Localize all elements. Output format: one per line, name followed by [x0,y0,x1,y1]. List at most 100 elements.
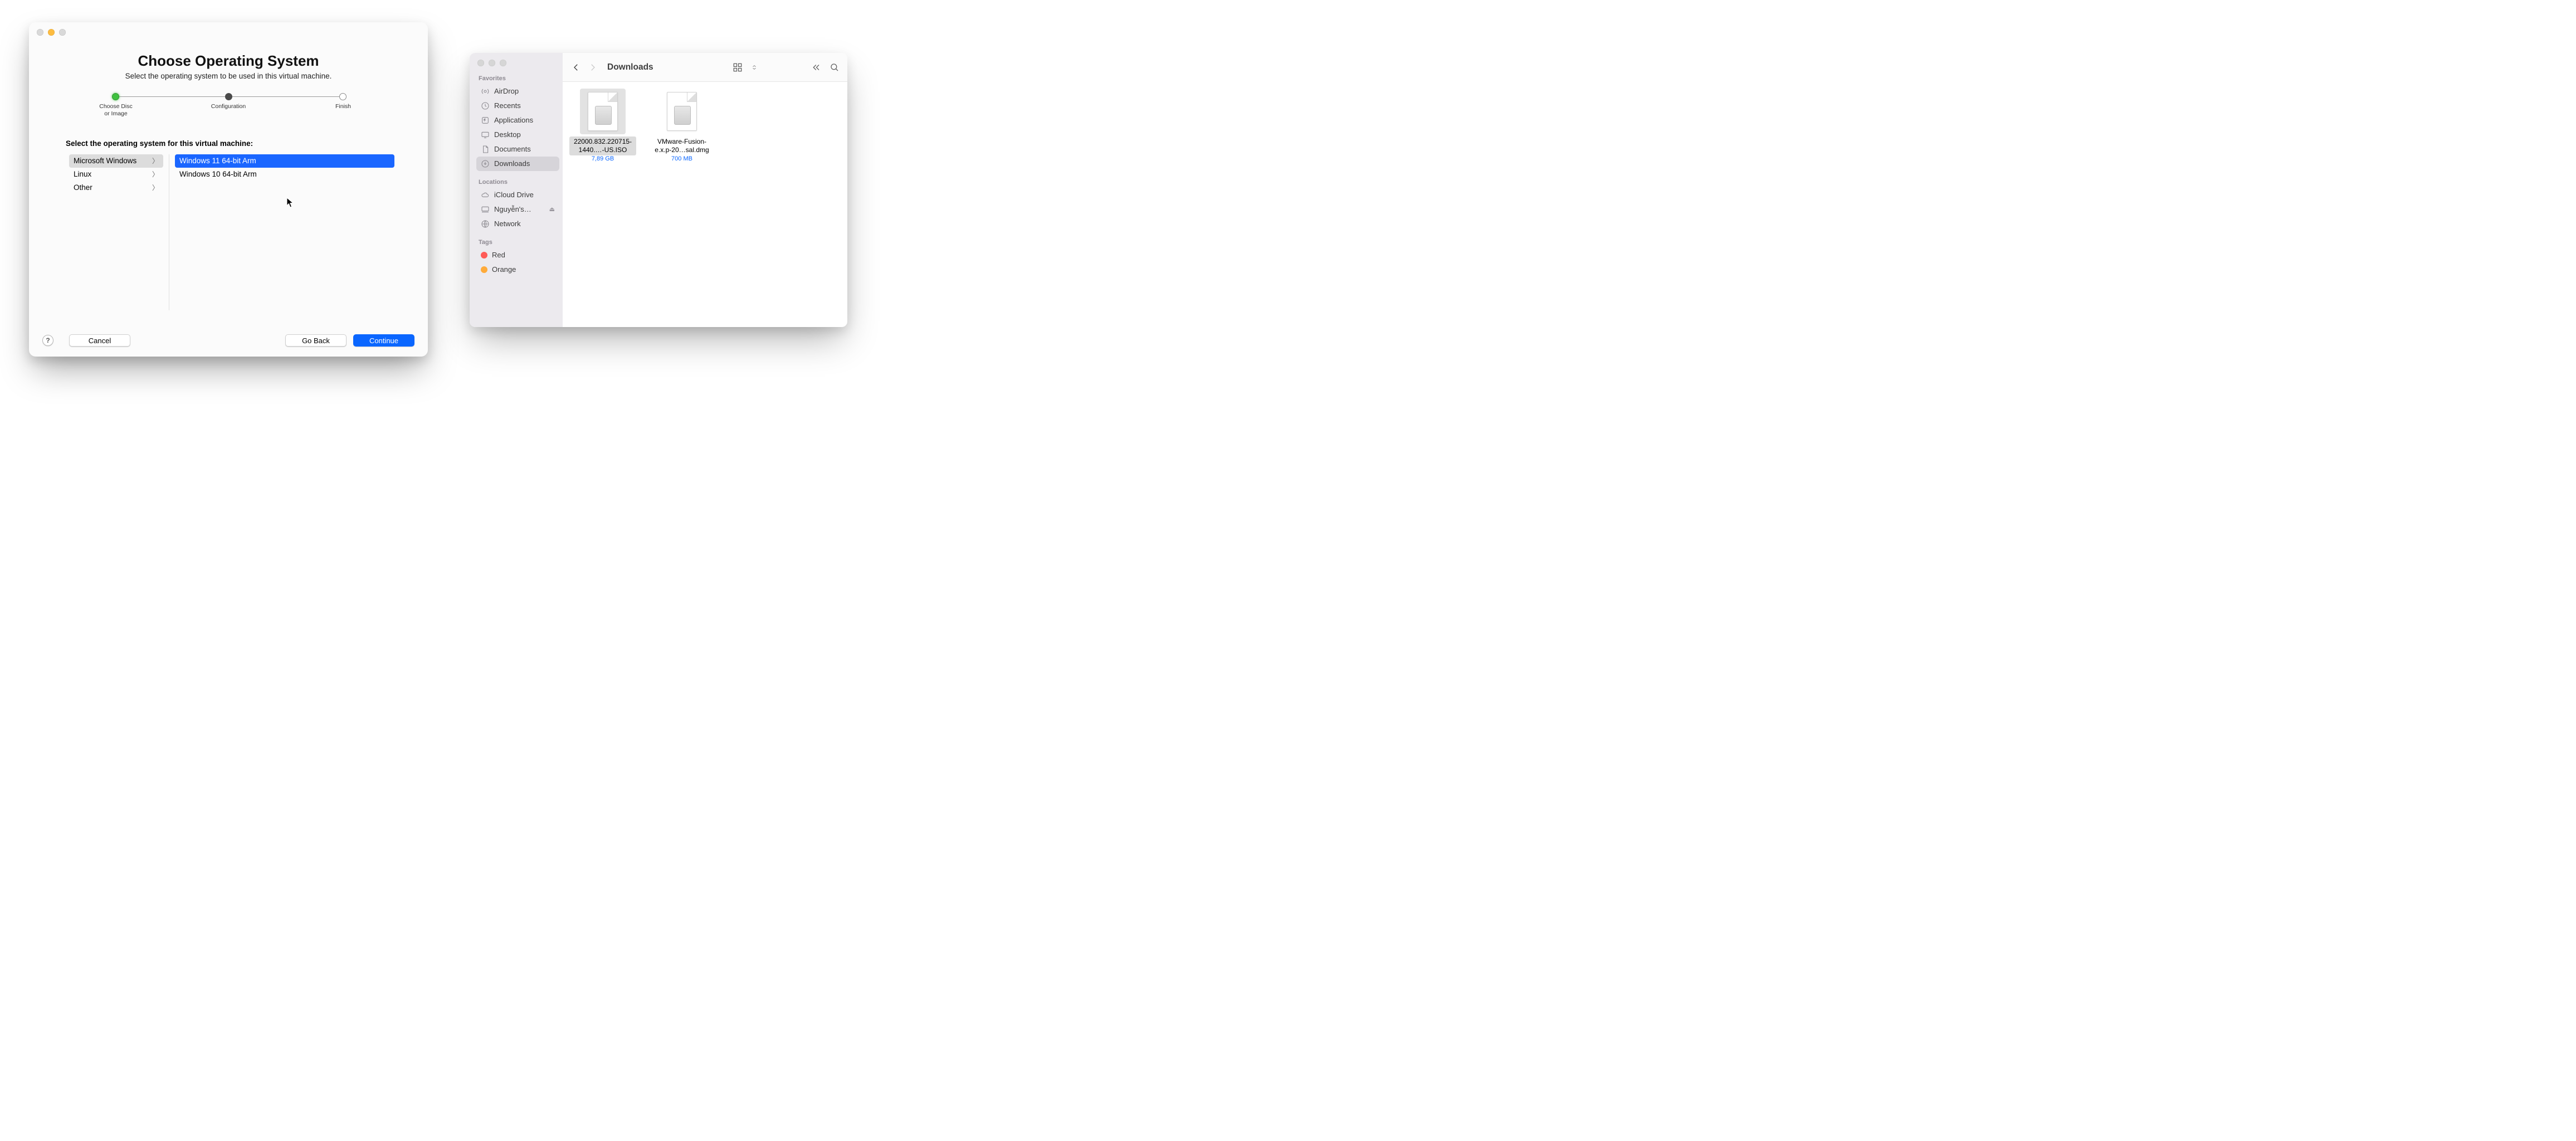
stepper-line [116,96,225,97]
cloud-icon [481,191,490,199]
cancel-button[interactable]: Cancel [69,334,130,347]
os-category-label: Other [74,182,92,193]
wizard-footer: ? Cancel Go Back Continue [29,331,428,357]
file-item-iso[interactable]: 22000.832.220715-1440.…-US.ISO 7,89 GB [569,89,636,162]
step-label-choose: Choose Disc or Image [96,103,135,117]
sidebar-item-airdrop[interactable]: AirDrop [476,84,559,99]
os-category-label: Linux [74,169,91,180]
select-os-prompt: Select the operating system for this vir… [66,139,428,148]
sidebar-item-label: Applications [494,115,533,125]
sidebar-section-locations: Locations [479,179,559,186]
tag-dot-icon [481,266,487,273]
step-dot-configuration [225,93,232,100]
os-version-win11[interactable]: Windows 11 64-bit Arm [175,154,394,168]
clock-icon [481,101,490,110]
sidebar-item-recents[interactable]: Recents [476,99,559,113]
sidebar-item-desktop[interactable]: Desktop [476,128,559,142]
sidebar-item-network[interactable]: Network [476,217,559,231]
nav-forward-button[interactable] [587,62,598,73]
step-dot-finish [339,93,347,100]
wizard-title: Choose Operating System [29,52,428,70]
vmware-wizard-window: Choose Operating System Select the opera… [29,22,428,357]
sidebar-item-label: Orange [492,265,516,275]
sidebar-item-label: Red [492,250,505,260]
computer-icon [481,205,490,214]
sidebar-item-downloads[interactable]: Downloads [476,157,559,171]
file-name-label: 22000.832.220715-1440.…-US.ISO [569,136,636,155]
sidebar-item-label: iCloud Drive [494,190,534,200]
window-traffic-lights [37,29,66,36]
search-button[interactable] [830,62,840,72]
step-label-finish: Finish [329,103,357,110]
os-category-windows[interactable]: Microsoft Windows 〉 [69,154,163,168]
sidebar-item-icloud[interactable]: iCloud Drive [476,188,559,202]
finder-toolbar: Downloads [563,53,847,82]
toolbar-overflow-button[interactable] [811,62,821,72]
file-item-dmg[interactable]: VMware-Fusion-e.x.p-20…sal.dmg 700 MB [648,89,715,162]
finder-icon-grid[interactable]: 22000.832.220715-1440.…-US.ISO 7,89 GB V… [563,82,847,327]
view-mode-button[interactable] [733,62,743,72]
traffic-close-icon[interactable] [37,29,43,36]
sidebar-item-label: Nguyễn's… [494,204,531,214]
eject-icon[interactable]: ⏏ [549,204,555,214]
finder-title: Downloads [607,62,653,72]
globe-icon [481,220,490,228]
chevron-right-icon: 〉 [152,182,159,193]
sidebar-tag-red[interactable]: Red [476,248,559,262]
finder-traffic-lights [476,60,559,66]
wizard-stepper: Choose Disc or Image Configuration Finis… [109,92,348,120]
finder-sidebar: Favorites AirDrop Recents Applications D… [470,53,563,327]
file-icon [580,89,626,134]
continue-button[interactable]: Continue [353,334,414,347]
help-button[interactable]: ? [42,335,53,346]
stepper-line [229,96,340,97]
airdrop-icon [481,87,490,96]
os-selection-panel: Microsoft Windows 〉 Linux 〉 Other 〉 Wind… [69,154,394,310]
wizard-subtitle: Select the operating system to be used i… [29,72,428,80]
sidebar-section-favorites: Favorites [479,75,559,82]
step-dot-choose-disc [112,93,119,100]
os-category-other[interactable]: Other 〉 [69,181,163,194]
os-version-win10[interactable]: Windows 10 64-bit Arm [175,168,394,181]
file-icon [659,89,705,134]
step-label-config: Configuration [206,103,251,110]
tag-dot-icon [481,252,487,259]
view-mode-dropdown[interactable] [752,62,757,72]
file-name-label: VMware-Fusion-e.x.p-20…sal.dmg [648,136,715,155]
traffic-zoom-icon[interactable] [59,29,66,36]
sidebar-item-label: AirDrop [494,86,519,96]
file-size-label: 700 MB [648,155,715,162]
sidebar-item-label: Network [494,219,521,229]
sidebar-item-label: Documents [494,144,531,154]
os-category-label: Microsoft Windows [74,155,136,167]
finder-window: Favorites AirDrop Recents Applications D… [470,53,847,327]
sidebar-tag-orange[interactable]: Orange [476,262,559,277]
chevron-right-icon: 〉 [152,169,159,180]
disk-image-icon [667,92,697,131]
traffic-minimize-icon[interactable] [489,60,495,66]
traffic-zoom-icon[interactable] [500,60,506,66]
go-back-button[interactable]: Go Back [285,334,347,347]
os-category-list: Microsoft Windows 〉 Linux 〉 Other 〉 [69,154,169,310]
applications-icon [481,116,490,125]
os-category-linux[interactable]: Linux 〉 [69,168,163,181]
sidebar-item-userdrive[interactable]: Nguyễn's… ⏏ [476,202,559,217]
os-version-label: Windows 11 64-bit Arm [179,155,256,167]
sidebar-section-tags: Tags [479,239,559,246]
sidebar-item-label: Recents [494,101,521,111]
file-size-label: 7,89 GB [569,155,636,162]
sidebar-item-label: Desktop [494,130,521,140]
traffic-minimize-icon[interactable] [48,29,55,36]
finder-main: Downloads [563,53,847,327]
traffic-close-icon[interactable] [477,60,484,66]
disk-image-icon [588,92,618,131]
sidebar-item-documents[interactable]: Documents [476,142,559,157]
sidebar-item-applications[interactable]: Applications [476,113,559,128]
os-version-label: Windows 10 64-bit Arm [179,169,257,180]
chevron-right-icon: 〉 [152,155,159,167]
downloads-icon [481,159,490,168]
os-version-list: Windows 11 64-bit Arm Windows 10 64-bit … [169,154,394,310]
sidebar-item-label: Downloads [494,159,530,169]
nav-back-button[interactable] [570,62,582,73]
desktop-icon [481,130,490,139]
